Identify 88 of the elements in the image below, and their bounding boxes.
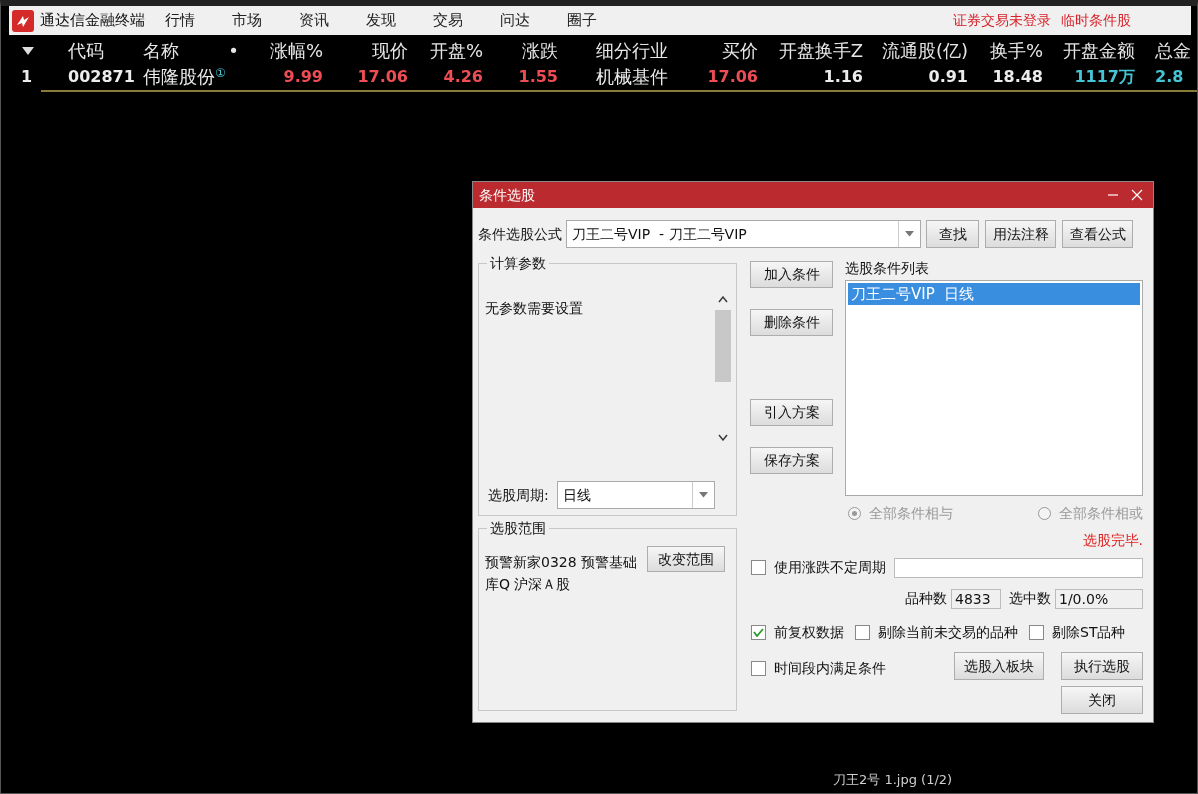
- params-text: 无参数需要设置: [485, 299, 583, 318]
- checkbox[interactable]: [1029, 625, 1044, 640]
- menu-item[interactable]: 圈子: [567, 9, 634, 32]
- sort-icon: [21, 46, 35, 56]
- logo-icon: [12, 9, 34, 32]
- radio-label: 全部条件相与: [869, 504, 953, 523]
- image-caption: 刀王2号 1.jpg (1/2): [833, 771, 953, 789]
- table-cell: 伟隆股份: [143, 66, 215, 87]
- check-icon: [753, 628, 764, 637]
- readonly-field: 4833: [951, 588, 1001, 609]
- table-cell: 机械基件: [596, 66, 668, 87]
- checkbox-label: 时间段内满足条件: [774, 659, 886, 678]
- field-label: 选中数: [1009, 589, 1051, 608]
- column-header[interactable]: 名称: [143, 40, 179, 61]
- column-header[interactable]: •: [228, 40, 239, 61]
- button[interactable]: 查找: [926, 220, 979, 248]
- column-header[interactable]: 总金: [1155, 40, 1191, 61]
- column-header[interactable]: 开盘金额: [1063, 40, 1135, 61]
- table-cell: 1.16: [823, 67, 863, 86]
- checkbox[interactable]: [751, 661, 766, 676]
- footnote-mark: ①: [215, 66, 226, 80]
- column-header[interactable]: 细分行业: [596, 40, 668, 61]
- app-title: 通达信金融终端: [40, 10, 146, 32]
- menu-item[interactable]: 行情: [165, 9, 232, 32]
- button[interactable]: 加入条件: [750, 261, 833, 288]
- table-cell: 4.26: [443, 67, 483, 86]
- dialog-title: 条件选股: [479, 185, 536, 205]
- table-cell: 1.55: [518, 67, 558, 86]
- column-header[interactable]: 涨跌: [522, 40, 558, 61]
- button[interactable]: 保存方案: [750, 447, 833, 474]
- group-title: 计算参数: [487, 254, 549, 272]
- readonly-field: 1/0.0%: [1055, 588, 1143, 609]
- scrollbar-thumb[interactable]: [715, 310, 731, 382]
- result-message: 选股完毕.: [1082, 532, 1143, 548]
- status-text: 临时条件股: [1061, 11, 1131, 30]
- scroll-up-icon[interactable]: [718, 296, 728, 303]
- checkbox-label: 前复权数据: [774, 623, 844, 642]
- menu-item[interactable]: 问达: [500, 9, 567, 32]
- button[interactable]: 关闭: [1061, 686, 1143, 714]
- scroll-down-icon[interactable]: [718, 434, 728, 441]
- checkbox-label: 剔除当前未交易的品种: [878, 623, 1018, 642]
- menu-item[interactable]: 发现: [366, 9, 433, 32]
- menu-item[interactable]: 交易: [433, 9, 500, 32]
- checkbox[interactable]: [751, 625, 766, 640]
- column-header[interactable]: 现价: [372, 40, 408, 61]
- group-title: 选股范围: [487, 519, 549, 537]
- row-number: 1: [21, 67, 33, 86]
- button[interactable]: 选股入板块: [954, 652, 1044, 680]
- list-title: 选股条件列表: [845, 259, 930, 278]
- field-label: 选股周期:: [488, 485, 549, 505]
- field-label: 条件选股公式: [478, 224, 562, 244]
- table-cell: 1117万: [1074, 67, 1135, 86]
- status-text: 证券交易未登录: [953, 11, 1051, 30]
- table-cell: 17.06: [357, 67, 408, 86]
- column-header[interactable]: 换手%: [989, 40, 1043, 61]
- field-label: 品种数: [905, 589, 947, 608]
- button[interactable]: 引入方案: [750, 399, 833, 426]
- table-cell: 002871: [68, 67, 135, 86]
- column-header[interactable]: 流通股(亿): [881, 40, 968, 61]
- dropdown-caret-icon: [905, 231, 914, 237]
- column-header[interactable]: 开盘换手Z: [778, 40, 863, 61]
- button[interactable]: 改变范围: [647, 546, 725, 572]
- table-cell: 9.99: [283, 67, 323, 86]
- table-cell: 17.06: [707, 67, 758, 86]
- table-cell: 0.91: [928, 67, 968, 86]
- checkbox-label: 剔除ST品种: [1052, 623, 1126, 642]
- button[interactable]: 执行选股: [1061, 652, 1143, 680]
- checkbox-label: 使用涨跌不定周期: [774, 558, 886, 577]
- menu-item[interactable]: 资讯: [299, 9, 366, 32]
- column-header[interactable]: 开盘%: [429, 40, 483, 61]
- checkbox[interactable]: [751, 560, 766, 575]
- range-text: 预警新家0328 预警基础库Q 沪深Ａ股: [485, 553, 639, 594]
- menu-item[interactable]: 市场: [232, 9, 299, 32]
- period-dropdown[interactable]: 日线: [556, 481, 715, 509]
- table-cell: 18.48: [992, 67, 1043, 86]
- table-cell: 2.8: [1155, 67, 1184, 86]
- button[interactable]: 查看公式: [1062, 220, 1133, 248]
- column-header[interactable]: 买价: [722, 40, 758, 61]
- button[interactable]: 用法注释: [985, 220, 1056, 248]
- radio-label: 全部条件相或: [1059, 504, 1143, 523]
- formula-dropdown[interactable]: 刀王二号VIP - 刀王二号VIP: [566, 220, 921, 248]
- checkbox[interactable]: [855, 625, 870, 640]
- input-field[interactable]: [894, 557, 1143, 578]
- button[interactable]: 删除条件: [750, 309, 833, 336]
- close-icon[interactable]: [1131, 189, 1143, 201]
- column-header[interactable]: 涨幅%: [269, 40, 323, 61]
- dropdown-caret-icon: [698, 492, 708, 498]
- column-header[interactable]: 代码: [68, 40, 104, 61]
